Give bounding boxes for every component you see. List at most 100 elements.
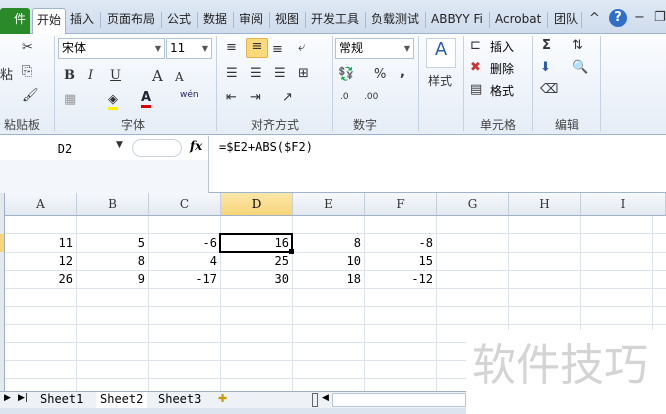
help-icon[interactable]: ? (609, 9, 627, 27)
increase-indent-icon[interactable]: ⇥ (250, 90, 261, 105)
cell-a3[interactable]: 12 (5, 252, 77, 270)
font-size-select[interactable]: 11 ▼ (166, 38, 212, 59)
tab-view[interactable]: 视图 (271, 8, 303, 34)
align-center-icon[interactable]: ☰ (250, 66, 262, 81)
bold-button[interactable]: B (64, 68, 75, 83)
cell-e3[interactable]: 10 (293, 252, 365, 270)
insert-sheet-icon[interactable]: ✚ (218, 392, 227, 405)
styles-icon[interactable]: A (426, 38, 456, 68)
increase-decimal-icon[interactable]: .0 (340, 92, 349, 102)
cell-f2[interactable]: -8 (365, 234, 437, 252)
tab-formulas[interactable]: 公式 (163, 8, 195, 34)
fill-icon[interactable]: ⬇ (540, 60, 551, 75)
insert-cells-button[interactable]: 插入 (490, 38, 514, 55)
cell-f4[interactable]: -12 (365, 270, 437, 288)
cell-c4[interactable]: -17 (149, 270, 221, 288)
clear-icon[interactable]: ⌫ (540, 82, 558, 97)
splitter-handle[interactable] (132, 139, 182, 157)
percent-button[interactable]: % (374, 67, 386, 82)
decrease-indent-icon[interactable]: ⇤ (226, 90, 237, 105)
currency-icon[interactable]: 💱 (338, 67, 354, 82)
cell-a4[interactable]: 26 (5, 270, 77, 288)
minimize-icon[interactable]: − (634, 10, 645, 25)
last-sheet-icon[interactable]: ▶| (18, 393, 28, 403)
tab-developer[interactable]: 开发工具 (307, 8, 363, 34)
font-color-button[interactable]: A (141, 90, 152, 108)
cell-e4[interactable]: 18 (293, 270, 365, 288)
tab-review[interactable]: 审阅 (235, 8, 267, 34)
italic-button[interactable]: I (88, 68, 93, 83)
tab-data[interactable]: 数据 (199, 8, 231, 34)
phonetic-button[interactable]: wén (180, 90, 199, 100)
cell-c2[interactable]: -6 (149, 234, 221, 252)
column-header-g[interactable]: G (437, 193, 509, 216)
formula-input[interactable]: =$E2+ABS($F2) (208, 136, 666, 193)
cut-icon[interactable]: ✂ (22, 40, 33, 55)
orientation-icon[interactable]: ↗ (282, 90, 293, 105)
name-box[interactable]: D2 (0, 139, 130, 159)
column-header-a[interactable]: A (5, 193, 77, 216)
collapse-ribbon-icon[interactable]: ^ (589, 11, 600, 26)
format-painter-icon[interactable]: 🖌 (22, 88, 39, 103)
column-header-d[interactable]: D (221, 193, 293, 216)
cell-d3[interactable]: 25 (221, 252, 293, 270)
cell-f3[interactable]: 15 (365, 252, 437, 270)
column-header-e[interactable]: E (293, 193, 365, 216)
wrap-text-icon[interactable]: ⤶ (298, 40, 305, 55)
decrease-decimal-icon[interactable]: .00 (364, 92, 378, 102)
column-header-f[interactable]: F (365, 193, 437, 216)
scroll-left-icon[interactable]: ◀ (322, 393, 329, 403)
sheet-tab-sheet1[interactable]: Sheet1 (36, 392, 87, 408)
next-sheet-icon[interactable]: ▶ (4, 393, 11, 403)
sort-filter-icon[interactable]: ⇅ (572, 38, 583, 53)
insert-function-button[interactable]: fx (190, 139, 202, 153)
find-icon[interactable]: 🔍 (572, 60, 588, 75)
align-bottom-icon[interactable]: ≡ (272, 42, 283, 57)
restore-icon[interactable]: ❐ (654, 10, 666, 25)
name-box-dropdown-icon[interactable]: ▼ (116, 140, 123, 150)
cell-b4[interactable]: 9 (77, 270, 149, 288)
delete-cells-icon[interactable]: ✖ (470, 60, 481, 75)
format-cells-icon[interactable]: ▤ (470, 82, 482, 97)
align-right-icon[interactable]: ☰ (274, 66, 286, 81)
column-header-b[interactable]: B (77, 193, 149, 216)
shrink-font-button[interactable]: A (175, 70, 184, 84)
format-cells-button[interactable]: 格式 (490, 82, 514, 99)
tab-home[interactable]: 开始 (32, 8, 67, 35)
tab-team[interactable]: 团队 (550, 8, 582, 34)
tab-page-layout[interactable]: 页面布局 (103, 8, 159, 34)
sheet-tab-sheet2[interactable]: Sheet2 (96, 392, 148, 408)
tab-insert[interactable]: 插入 (66, 8, 98, 34)
fill-color-icon[interactable]: ◈ (108, 92, 118, 110)
align-top-icon[interactable]: ≡ (226, 40, 237, 55)
merge-center-icon[interactable]: ⊞ (298, 66, 309, 81)
grow-font-button[interactable]: A (152, 67, 163, 85)
fill-handle[interactable] (289, 249, 294, 254)
align-middle-icon[interactable]: ≡ (246, 38, 268, 58)
delete-cells-button[interactable]: 删除 (490, 60, 514, 77)
column-header-i[interactable]: I (581, 193, 666, 216)
insert-cells-icon[interactable]: ⊏ (470, 38, 481, 53)
cell-d4[interactable]: 30 (221, 270, 293, 288)
tab-load-test[interactable]: 负载测试 (367, 8, 423, 34)
cell-c3[interactable]: 4 (149, 252, 221, 270)
styles-button[interactable]: 样式 (428, 72, 452, 89)
column-header-h[interactable]: H (509, 193, 581, 216)
font-name-select[interactable]: 宋体 ▼ (58, 38, 165, 59)
border-icon[interactable]: ▦ (64, 92, 76, 107)
cell-e2[interactable]: 8 (293, 234, 365, 252)
autosum-button[interactable]: Σ (542, 38, 551, 53)
tab-abbyy[interactable]: ABBYY Fi (427, 8, 487, 34)
copy-icon[interactable]: ⎘ (22, 64, 32, 79)
cell-b2[interactable]: 5 (77, 234, 149, 252)
comma-button[interactable]: , (400, 65, 405, 80)
sheet-tab-sheet3[interactable]: Sheet3 (154, 392, 205, 408)
cell-a2[interactable]: 11 (5, 234, 77, 252)
tab-file[interactable]: 件 (0, 8, 30, 34)
paste-button[interactable]: 粘 (0, 64, 13, 83)
horizontal-scrollbar[interactable] (332, 393, 466, 407)
column-header-c[interactable]: C (149, 193, 221, 216)
tab-split-handle[interactable] (312, 393, 318, 407)
cell-b3[interactable]: 8 (77, 252, 149, 270)
number-format-select[interactable]: 常规 ▼ (335, 38, 414, 59)
